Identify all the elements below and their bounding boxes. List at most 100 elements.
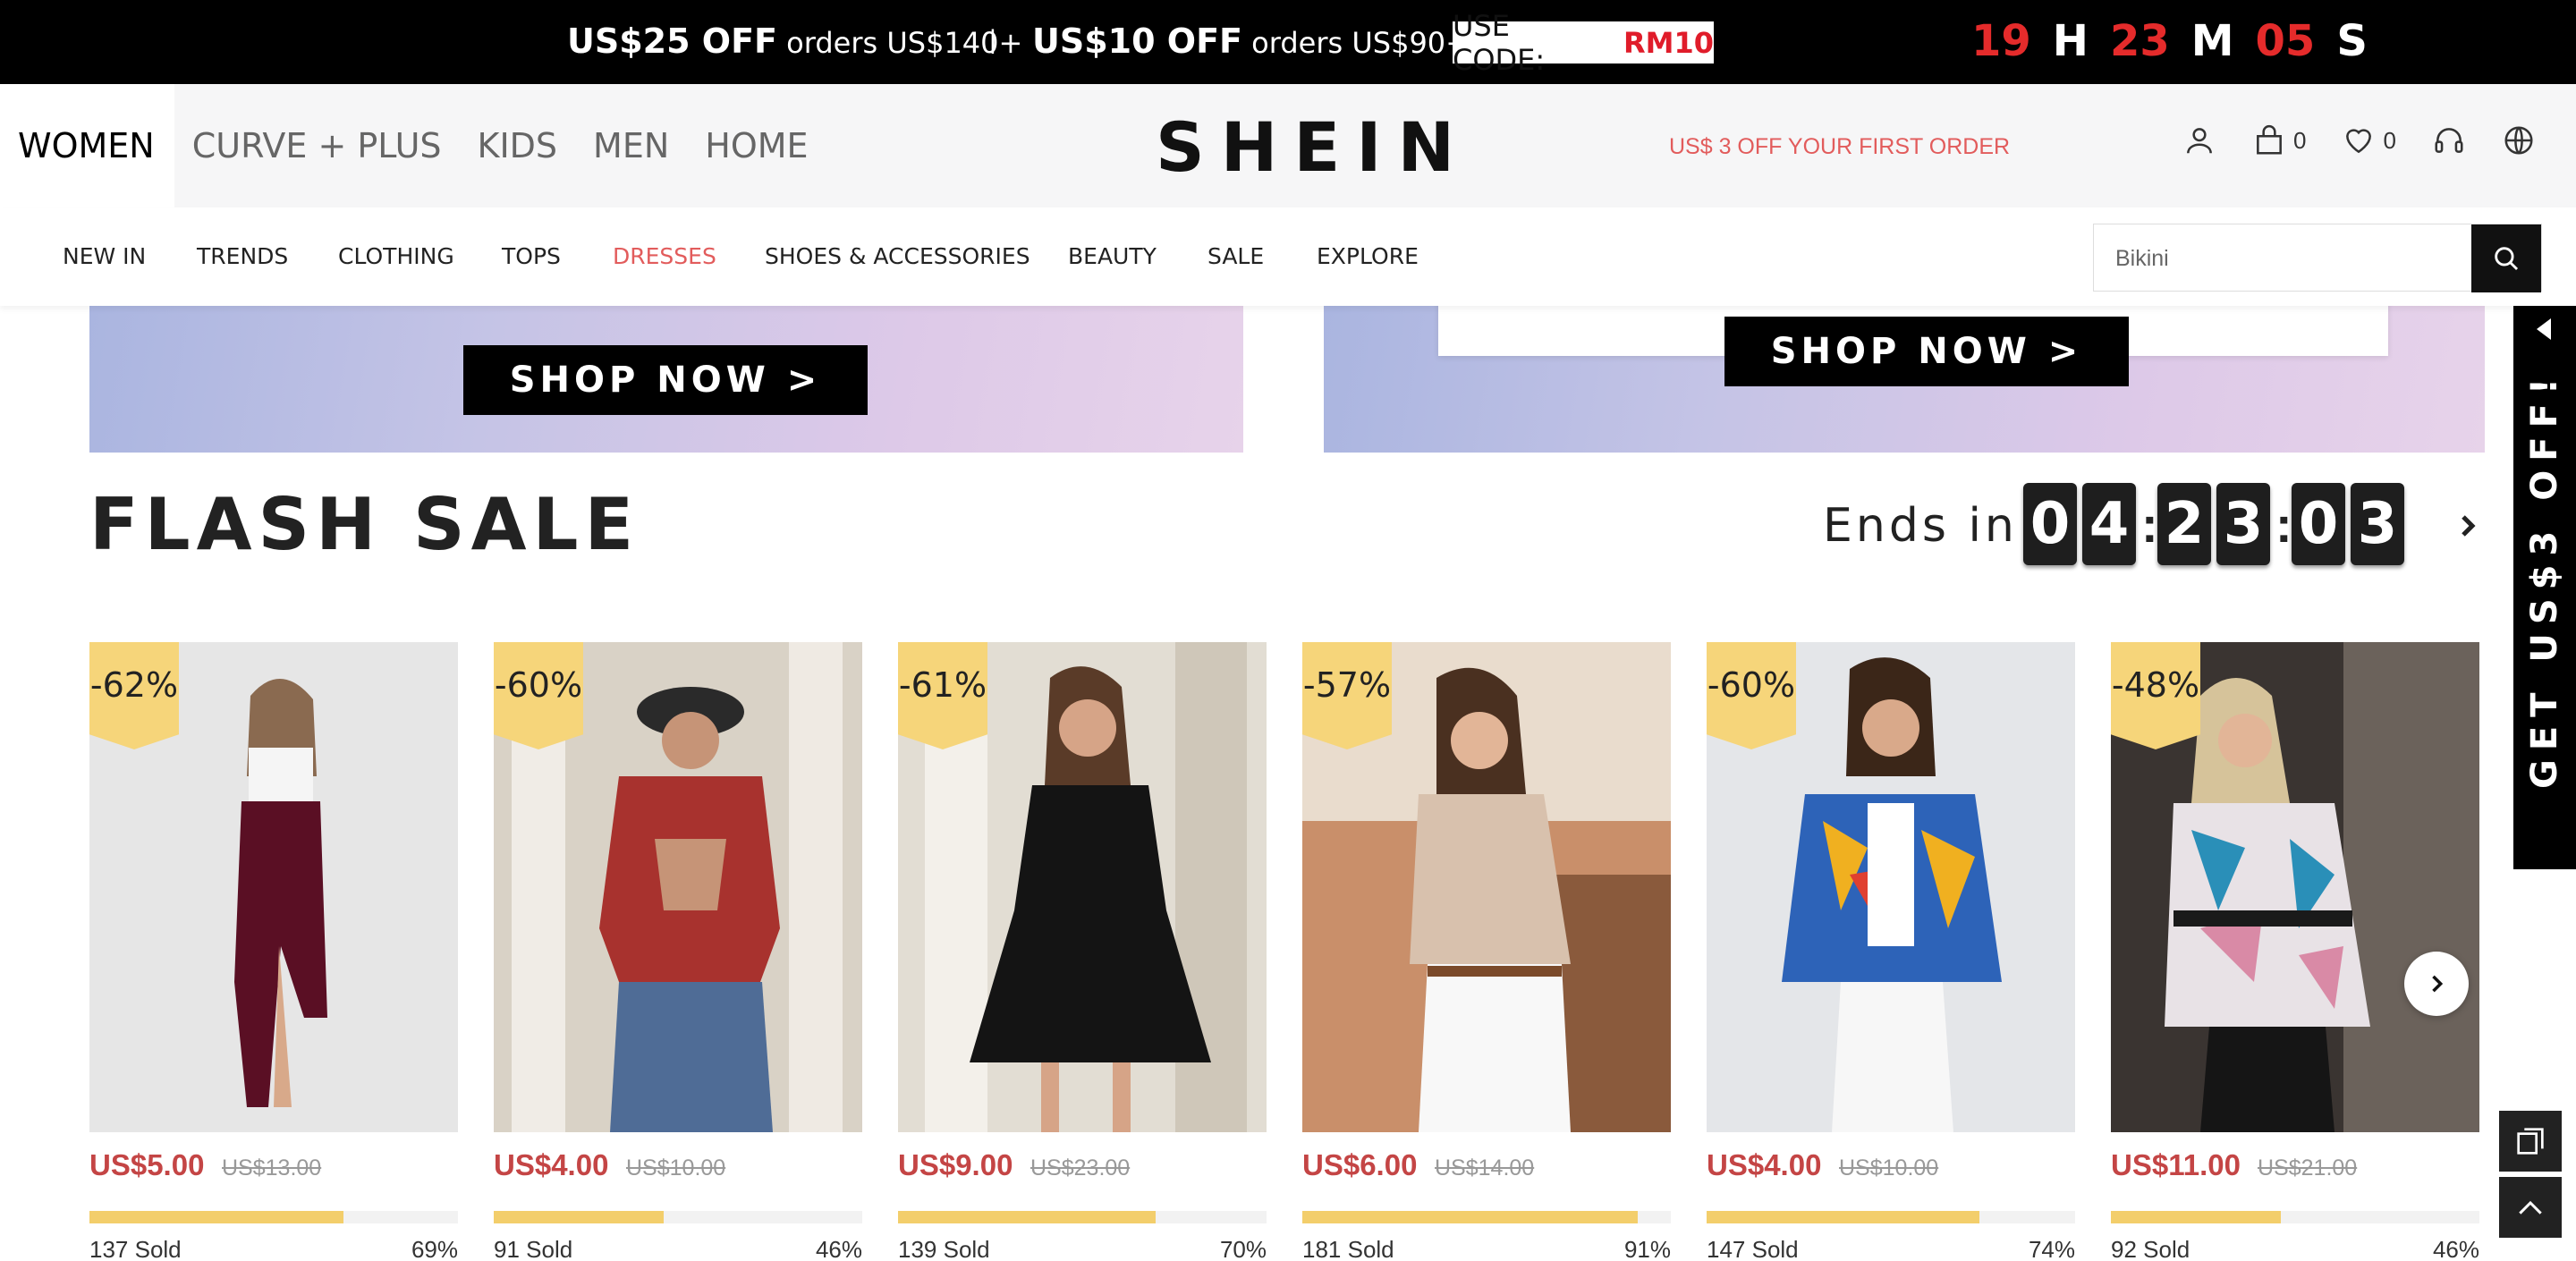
sold-progress-fill bbox=[2111, 1211, 2281, 1223]
timer-seconds-unit: S bbox=[2336, 16, 2368, 66]
sold-count: 91 Sold bbox=[494, 1236, 573, 1261]
sold-progress-fill bbox=[1707, 1211, 1979, 1223]
globe-icon bbox=[2504, 126, 2533, 155]
timer-hours: 19 bbox=[1971, 16, 2031, 66]
product-image[interactable]: -57% bbox=[1302, 642, 1671, 1132]
product-original-price: US$10.00 bbox=[1839, 1155, 1939, 1181]
first-order-offer[interactable]: US$ 3 OFF YOUR FIRST ORDER bbox=[1669, 134, 2010, 160]
product-original-price: US$21.00 bbox=[2258, 1155, 2358, 1181]
promo-banner-right[interactable]: SHOP NOW > bbox=[1324, 306, 2485, 453]
product-price: US$9.00 bbox=[898, 1148, 1013, 1181]
sold-progress-fill bbox=[494, 1211, 664, 1223]
nav-item-clothing[interactable]: CLOTHING bbox=[338, 243, 454, 269]
product-original-price: US$14.00 bbox=[1435, 1155, 1535, 1181]
sold-percent: 46% bbox=[2432, 1236, 2479, 1261]
sold-count: 147 Sold bbox=[1707, 1236, 1799, 1261]
wishlist-button[interactable]: 0 bbox=[2342, 123, 2396, 157]
discount-badge: -57% bbox=[1302, 642, 1392, 749]
countdown-digit: 3 bbox=[2216, 483, 2270, 565]
category-tab-curve-plus[interactable]: CURVE + PLUS bbox=[174, 84, 460, 207]
product-card[interactable]: -62% US$5.00 US$13.00 137 Sold 69% bbox=[89, 642, 458, 1261]
category-tab-women[interactable]: WOMEN bbox=[0, 84, 174, 207]
category-tab-home[interactable]: HOME bbox=[687, 84, 826, 207]
promo-code: RM10 bbox=[1623, 25, 1714, 60]
product-card[interactable]: -61% US$9.00 US$23.00 139 Sold 70% bbox=[898, 642, 1267, 1261]
promo-code-label: USE CODE: bbox=[1453, 8, 1546, 77]
sold-progress-fill bbox=[898, 1211, 1157, 1223]
sold-progress-bar bbox=[89, 1211, 458, 1223]
headset-icon bbox=[2435, 128, 2463, 153]
countdown-colon: : bbox=[2275, 495, 2292, 553]
sold-progress-bar bbox=[494, 1211, 862, 1223]
sold-count: 137 Sold bbox=[89, 1236, 182, 1261]
side-promo-tab[interactable]: GET US$3 OFF! bbox=[2513, 306, 2576, 869]
promo-deal-2-amount: US$10 OFF bbox=[1032, 21, 1242, 61]
shop-now-button-left[interactable]: SHOP NOW > bbox=[463, 345, 868, 415]
category-tab-men[interactable]: MEN bbox=[575, 84, 687, 207]
category-tab-kids[interactable]: KIDS bbox=[460, 84, 576, 207]
sold-count: 181 Sold bbox=[1302, 1236, 1394, 1261]
product-card[interactable]: -60% US$4.00 US$10.00 147 Sold 74% bbox=[1707, 642, 2075, 1261]
collapse-arrow-icon[interactable] bbox=[2537, 318, 2551, 340]
account-button[interactable] bbox=[2182, 123, 2216, 157]
chevron-up-icon bbox=[2519, 1200, 2542, 1214]
bag-button[interactable]: 0 bbox=[2252, 123, 2306, 157]
product-image[interactable]: -48% bbox=[2111, 642, 2479, 1132]
product-card[interactable]: -57% US$6.00 US$14.00 181 Sold 91% bbox=[1302, 642, 1671, 1261]
timer-hours-unit: H bbox=[2052, 16, 2089, 66]
product-card[interactable]: -60% US$4.00 US$10.00 91 Sold 46% bbox=[494, 642, 862, 1261]
sold-percent: 70% bbox=[1219, 1236, 1267, 1261]
compare-button[interactable] bbox=[2499, 1111, 2562, 1172]
discount-badge: -61% bbox=[898, 642, 987, 749]
discount-badge: -48% bbox=[2111, 642, 2200, 749]
product-image[interactable]: -60% bbox=[494, 642, 862, 1132]
product-image[interactable]: -61% bbox=[898, 642, 1267, 1132]
support-button[interactable] bbox=[2432, 123, 2466, 157]
flash-sale-ends-label: Ends in bbox=[1823, 499, 2018, 553]
promo-bar[interactable]: US$25 OFF orders US$140+ | US$10 OFF ord… bbox=[0, 0, 2576, 84]
back-to-top-button[interactable] bbox=[2499, 1177, 2562, 1238]
product-image[interactable]: -60% bbox=[1707, 642, 2075, 1132]
search-input[interactable]: Bikini bbox=[2115, 246, 2169, 272]
shop-now-button-right[interactable]: SHOP NOW > bbox=[1724, 317, 2129, 386]
product-card[interactable]: -48% US$11.00 US$21.00 92 Sold 46% bbox=[2111, 642, 2479, 1261]
flash-sale-more-icon[interactable] bbox=[2454, 508, 2481, 544]
promo-deal-2[interactable]: US$10 OFF orders US$90+ bbox=[1032, 21, 1470, 61]
shein-logo[interactable]: SHEIN bbox=[1156, 107, 1470, 187]
sold-progress-bar bbox=[898, 1211, 1267, 1223]
carousel-next-button[interactable] bbox=[2404, 952, 2469, 1016]
countdown-digit: 3 bbox=[2351, 483, 2404, 565]
category-tabs: WOMEN CURVE + PLUS KIDS MEN HOME bbox=[0, 84, 826, 207]
promo-deal-2-condition: orders US$90+ bbox=[1242, 26, 1470, 60]
nav-item-tops[interactable]: TOPS bbox=[502, 243, 561, 269]
product-price: US$6.00 bbox=[1302, 1148, 1418, 1181]
product-price: US$11.00 bbox=[2111, 1148, 2241, 1181]
promo-deal-1[interactable]: US$25 OFF orders US$140+ bbox=[567, 21, 1022, 61]
sold-progress-fill bbox=[1302, 1211, 1638, 1223]
discount-badge: -60% bbox=[1707, 642, 1796, 749]
search-button[interactable] bbox=[2471, 224, 2541, 292]
nav-item-sale[interactable]: SALE bbox=[1208, 243, 1264, 269]
search-icon bbox=[2495, 247, 2519, 271]
language-button[interactable] bbox=[2502, 123, 2536, 157]
product-price: US$4.00 bbox=[494, 1148, 609, 1181]
nav-item-explore[interactable]: EXPLORE bbox=[1317, 243, 1419, 269]
sold-percent: 46% bbox=[815, 1236, 862, 1261]
nav-item-new-in[interactable]: NEW IN bbox=[63, 243, 146, 269]
product-original-price: US$23.00 bbox=[1030, 1155, 1131, 1181]
search-box[interactable]: Bikini bbox=[2093, 224, 2542, 292]
promo-banner-left[interactable]: SHOP NOW > bbox=[89, 306, 1243, 453]
nav-item-dresses[interactable]: DRESSES bbox=[613, 243, 716, 269]
product-image[interactable]: -62% bbox=[89, 642, 458, 1132]
page: US$25 OFF orders US$140+ | US$10 OFF ord… bbox=[0, 0, 2576, 1261]
flash-sale-countdown: 0 4 : 2 3 : 0 3 bbox=[2023, 483, 2410, 565]
nav-item-beauty[interactable]: BEAUTY bbox=[1068, 243, 1157, 269]
timer-minutes: 23 bbox=[2109, 16, 2170, 66]
promo-code-box[interactable]: USE CODE: RM10 bbox=[1453, 9, 1714, 77]
nav-item-shoes-accessories[interactable]: SHOES & ACCESSORIES bbox=[765, 243, 1030, 269]
sold-progress-bar bbox=[1707, 1211, 2075, 1223]
wishlist-count: 0 bbox=[2383, 126, 2396, 154]
product-price: US$4.00 bbox=[1707, 1148, 1822, 1181]
nav-item-trends[interactable]: TRENDS bbox=[197, 243, 288, 269]
user-icon bbox=[2187, 128, 2212, 154]
